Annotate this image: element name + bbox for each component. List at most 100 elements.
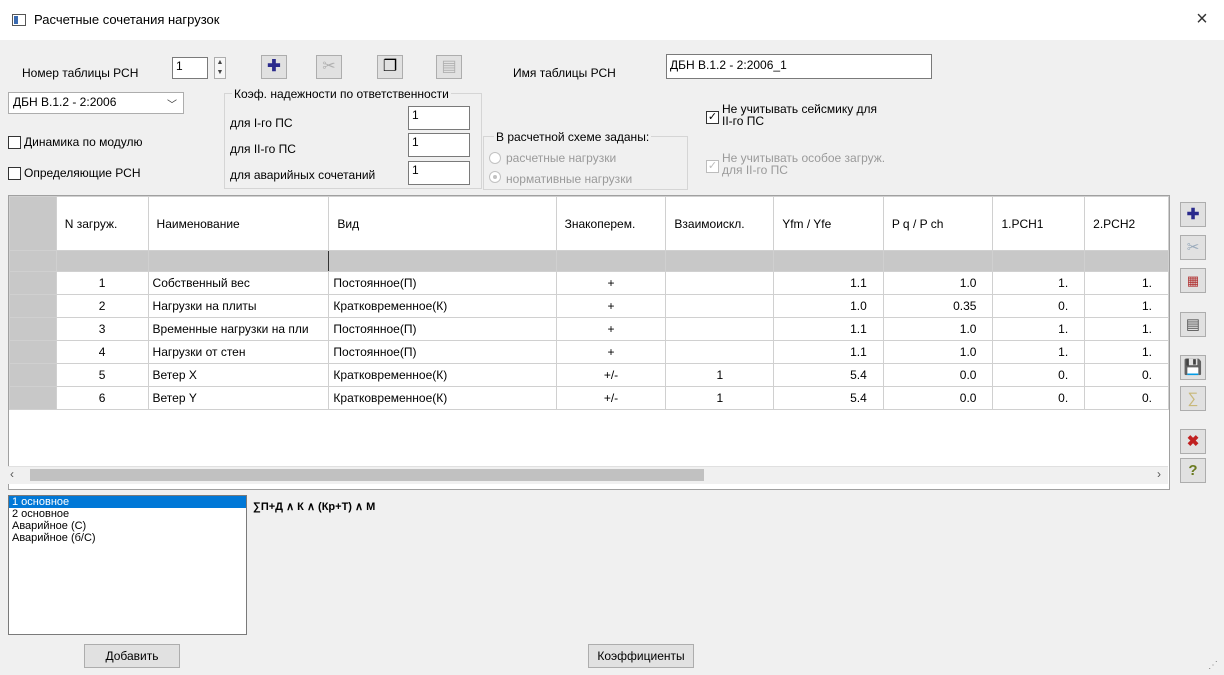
table-row[interactable]: 6 Ветер Y Кратковременное(К) +/- 1 5.4 0.0 0. 0. — [9, 386, 1169, 410]
col-header-pq-pch[interactable]: P q / P ch — [882, 196, 994, 251]
delete-button[interactable]: ✖ — [1180, 429, 1206, 454]
cell-pch2[interactable]: 1. — [1084, 294, 1169, 318]
cell-yfm-yfe[interactable]: 1.1 — [773, 271, 884, 295]
cell-pq-pch[interactable]: 0.0 — [882, 363, 994, 387]
table-number-input[interactable]: 1 — [172, 57, 208, 79]
col-header-type[interactable]: Вид — [328, 196, 557, 251]
cell-sign[interactable]: + — [555, 271, 667, 295]
row-header[interactable] — [9, 271, 57, 295]
cell-exclusive[interactable] — [665, 294, 775, 318]
filter-cell[interactable] — [882, 250, 994, 272]
save-button[interactable]: 💾 — [1180, 355, 1206, 380]
filter-cell[interactable] — [992, 250, 1086, 272]
cell-pq-pch[interactable]: 1.0 — [882, 340, 994, 364]
table-row[interactable]: 4 Нагрузки от стен Постоянное(П) +1.1 1.0 1. 1… — [9, 340, 1169, 364]
close-icon[interactable]: × — [1190, 8, 1214, 32]
cut-table-button[interactable]: ✂ — [316, 55, 342, 79]
col-header-pch1[interactable]: 1.PCH1 — [992, 196, 1086, 251]
cell-load-number[interactable]: 5 — [55, 363, 149, 387]
cut-row-button[interactable]: ✂ — [1180, 235, 1206, 260]
cell-exclusive[interactable]: 1 — [665, 386, 775, 410]
cell-pch1[interactable]: 1. — [992, 317, 1086, 341]
cell-exclusive[interactable] — [665, 317, 775, 341]
cell-exclusive[interactable] — [665, 340, 775, 364]
filter-cell[interactable] — [665, 250, 775, 272]
loads-grid[interactable]: N загруж. Наименование Вид Знакоперем. В… — [8, 195, 1170, 490]
scroll-right-icon[interactable]: › — [1157, 467, 1161, 481]
cell-pq-pch[interactable]: 1.0 — [882, 317, 994, 341]
paste-table-button[interactable]: ▤ — [436, 55, 462, 79]
cell-pch2[interactable]: 0. — [1084, 363, 1169, 387]
cell-name[interactable]: Ветер X — [147, 363, 330, 387]
scheme-radio-calc[interactable] — [489, 152, 501, 164]
cell-exclusive[interactable]: 1 — [665, 363, 775, 387]
scheme-radio-norm[interactable] — [489, 171, 501, 183]
combo-item-4[interactable]: Аварийное (б/С) — [9, 532, 246, 544]
cell-type[interactable]: Постоянное(П) — [328, 271, 557, 295]
delete-table-button[interactable]: ▦ — [1180, 268, 1206, 293]
add-button[interactable]: Добавить — [84, 644, 180, 668]
table-number-spinner[interactable]: ▲ ▼ — [214, 57, 226, 79]
cell-pch2[interactable]: 1. — [1084, 340, 1169, 364]
col-header-exclusive[interactable]: Взаимоискл. — [665, 196, 775, 251]
cell-pch1[interactable]: 0. — [992, 386, 1086, 410]
cell-type[interactable]: Кратковременное(К) — [328, 294, 557, 318]
special-load-checkbox[interactable]: ✓ — [706, 160, 719, 173]
cell-sign[interactable]: + — [555, 317, 667, 341]
filter-cell[interactable] — [555, 250, 667, 272]
resize-grip-icon[interactable]: ⋰ — [1208, 660, 1218, 671]
cell-pch1[interactable]: 1. — [992, 271, 1086, 295]
row-header[interactable] — [9, 363, 57, 387]
cell-name[interactable]: Нагрузки от стен — [147, 340, 330, 364]
cell-sign[interactable]: +/- — [555, 363, 667, 387]
cell-pq-pch[interactable]: 1.0 — [882, 271, 994, 295]
sum-button[interactable]: ∑ — [1180, 386, 1206, 411]
coef-input-2[interactable]: 1 — [408, 133, 470, 157]
cell-name[interactable]: Временные нагрузки на пли — [147, 317, 330, 341]
filter-cell[interactable] — [147, 250, 330, 272]
dynamics-checkbox[interactable] — [8, 136, 21, 149]
cell-pch1[interactable]: 1. — [992, 340, 1086, 364]
coef-input-3[interactable]: 1 — [408, 161, 470, 185]
combo-item-2[interactable]: 2 основное — [9, 508, 246, 520]
cell-name[interactable]: Ветер Y — [147, 386, 330, 410]
filter-cell[interactable] — [328, 250, 557, 272]
cell-load-number[interactable]: 1 — [55, 271, 149, 295]
combo-item-1[interactable]: 1 основное — [9, 496, 246, 508]
table-row[interactable]: 3 Временные нагрузки на пли Постоянное(П) +… — [9, 317, 1169, 341]
row-header[interactable] — [9, 340, 57, 364]
combos-listbox[interactable]: 1 основное 2 основное Аварийное (С) Авар… — [8, 495, 247, 635]
col-header-load-number[interactable]: N загруж. — [55, 196, 149, 251]
cell-pch2[interactable]: 0. — [1084, 386, 1169, 410]
cell-yfm-yfe[interactable]: 5.4 — [773, 386, 884, 410]
col-header-yfm-yfe[interactable]: Yfm / Yfe — [773, 196, 884, 251]
help-button[interactable]: ? — [1180, 458, 1206, 483]
cell-type[interactable]: Кратковременное(К) — [328, 386, 557, 410]
paste-row-button[interactable]: ▤ — [1180, 312, 1206, 337]
cell-pq-pch[interactable]: 0.35 — [882, 294, 994, 318]
cell-sign[interactable]: + — [555, 340, 667, 364]
cell-sign[interactable]: + — [555, 294, 667, 318]
combo-item-3[interactable]: Аварийное (С) — [9, 520, 246, 532]
table-name-input[interactable]: ДБН В.1.2 - 2:2006_1 — [666, 54, 932, 79]
add-row-button[interactable]: ✚ — [1180, 202, 1206, 227]
row-header[interactable] — [9, 386, 57, 410]
cell-pch1[interactable]: 0. — [992, 363, 1086, 387]
table-row[interactable]: 2 Нагрузки на плиты Кратковременное(К) +1.0… — [9, 294, 1169, 318]
table-row[interactable]: 5 Ветер X Кратковременное(К) +/- 1 5.4 0.0 0. 0. — [9, 363, 1169, 387]
cell-pch1[interactable]: 0. — [992, 294, 1086, 318]
cell-yfm-yfe[interactable]: 5.4 — [773, 363, 884, 387]
cell-name[interactable]: Собственный вес — [147, 271, 330, 295]
coefficients-button[interactable]: Коэффициенты — [588, 644, 694, 668]
cell-yfm-yfe[interactable]: 1.1 — [773, 340, 884, 364]
row-header[interactable] — [9, 317, 57, 341]
col-header-name[interactable]: Наименование — [147, 196, 330, 251]
cell-sign[interactable]: +/- — [555, 386, 667, 410]
scroll-left-icon[interactable]: ‹ — [10, 467, 14, 481]
cell-load-number[interactable]: 4 — [55, 340, 149, 364]
cell-load-number[interactable]: 6 — [55, 386, 149, 410]
cell-pch2[interactable]: 1. — [1084, 271, 1169, 295]
col-header-sign[interactable]: Знакоперем. — [555, 196, 667, 251]
filter-cell[interactable] — [55, 250, 149, 272]
add-table-button[interactable]: ✚ — [261, 55, 287, 79]
